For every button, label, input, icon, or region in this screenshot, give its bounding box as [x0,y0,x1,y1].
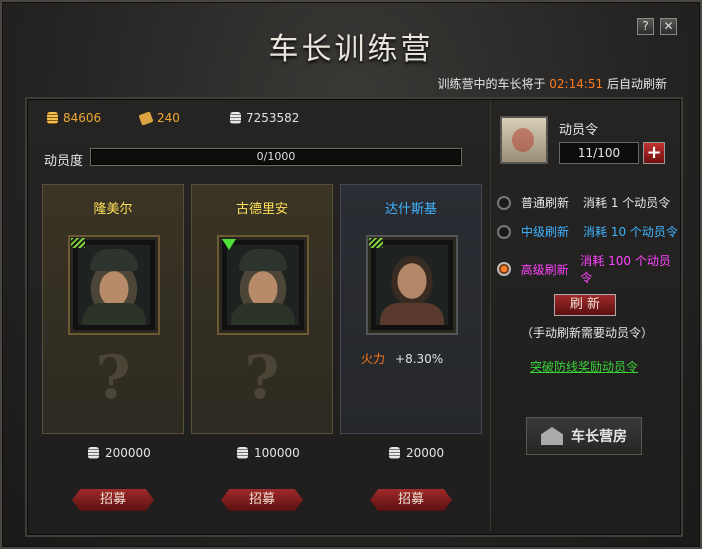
breakthrough-reward-link[interactable]: 突破防线奖励动员令 [530,358,638,375]
recruit-button-3[interactable]: 招募 [370,489,452,511]
training-camp-window: 车长训练营 ? ✕ 训练营中的车长将于 02:14:51 后自动刷新 84606… [0,0,702,549]
commander-name: 隆美尔 [93,202,133,217]
main-panel: 84606 240 7253582 动员度 0/1000 隆美尔 ? 古德里安 … [25,97,683,537]
commander-photo [78,245,150,325]
mobilization-order-icon [500,116,548,164]
option-name: 普通刷新 [521,196,570,210]
firepower-label: 火力 [361,352,386,366]
radio-selected-icon[interactable] [497,262,511,276]
rank-stripes-icon [369,238,383,248]
commander-portrait [217,235,309,335]
refresh-panel: 动员令 11/100 + 普通刷新 消耗 1 个动员令 中级刷新 消耗 10 个… [497,101,679,531]
commander-pool-panel: 84606 240 7253582 动员度 0/1000 隆美尔 ? 古德里安 … [35,101,491,531]
refresh-button[interactable]: 刷 新 [554,294,616,316]
refresh-option-normal[interactable]: 普通刷新 消耗 1 个动员令 [497,194,670,211]
order-count: 11/100 [559,142,639,164]
radio-icon[interactable] [497,224,511,239]
ticket-resource: 240 [138,110,180,126]
order-label: 动员令 [559,123,599,138]
option-cost: 消耗 1 个动员令 [583,196,671,210]
option-cost: 消耗 100 个动员令 [580,254,671,285]
recruit-cost-2: 100000 [237,446,300,460]
refresh-option-high[interactable]: 高级刷新 消耗 100 个动员令 [497,252,679,286]
mobilization-progress-text: 0/1000 [256,150,296,163]
unknown-skill-mark: ? [95,343,131,413]
refresh-info-prefix: 训练营中的车长将于 [437,77,550,91]
recruit-button-1[interactable]: 招募 [72,489,154,511]
option-name: 中级刷新 [521,225,570,239]
silver-amount: 7253582 [246,111,300,125]
commander-name: 古德里安 [235,202,288,217]
commander-barracks-button[interactable]: 车长营房 [526,417,642,455]
commander-portrait [68,235,160,335]
commander-name: 达什斯基 [384,202,437,217]
gold-coin-icon [47,112,58,124]
commander-portrait [366,235,458,335]
commander-photo [227,245,299,325]
silver-coin-icon [237,447,248,459]
barracks-label: 车长营房 [571,429,627,445]
close-button[interactable]: ✕ [660,18,677,35]
gold-resource: 84606 [47,111,101,125]
silver-coin-icon [230,112,241,124]
refresh-info-suffix: 后自动刷新 [603,77,667,91]
mobilization-progress-bar: 0/1000 [90,148,462,166]
refresh-countdown: 02:14:51 [549,77,604,91]
unknown-skill-mark: ? [244,343,280,413]
cost-amount: 100000 [254,446,300,460]
rank-triangle-icon [222,239,236,250]
commander-card-2[interactable]: 古德里安 ? [191,184,333,434]
commander-card-1[interactable]: 隆美尔 ? [42,184,184,434]
option-cost: 消耗 10 个动员令 [583,225,678,239]
silver-coin-icon [389,447,400,459]
mobilization-label: 动员度 [44,154,84,169]
rank-stripes-icon [71,238,85,248]
option-name: 高级刷新 [520,262,569,277]
commander-photo [376,245,448,325]
commander-card-3[interactable]: 达什斯基 火力 +8.30% [340,184,482,434]
firepower-value: +8.30% [395,352,444,366]
ticket-icon [138,110,154,126]
gold-amount: 84606 [63,111,102,125]
add-order-button[interactable]: + [643,142,665,164]
recruit-button-2[interactable]: 招募 [221,489,303,511]
recruit-cost-3: 20000 [389,446,444,460]
recruit-cost-1: 200000 [88,446,151,460]
radio-icon[interactable] [497,195,511,210]
ticket-amount: 240 [157,111,180,125]
window-title: 车长训练营 [268,32,434,67]
silver-resource: 7253582 [230,111,299,125]
refresh-option-mid[interactable]: 中级刷新 消耗 10 个动员令 [497,223,678,240]
firepower-stat: 火力 +8.30% [361,350,443,367]
barracks-house-icon [541,427,563,445]
silver-coin-icon [88,447,99,459]
refresh-note: （手动刷新需要动员令） [521,326,654,340]
cost-amount: 200000 [105,446,151,460]
auto-refresh-info: 训练营中的车长将于 02:14:51 后自动刷新 [437,75,667,92]
cost-amount: 20000 [406,446,445,460]
help-button[interactable]: ? [637,18,654,35]
